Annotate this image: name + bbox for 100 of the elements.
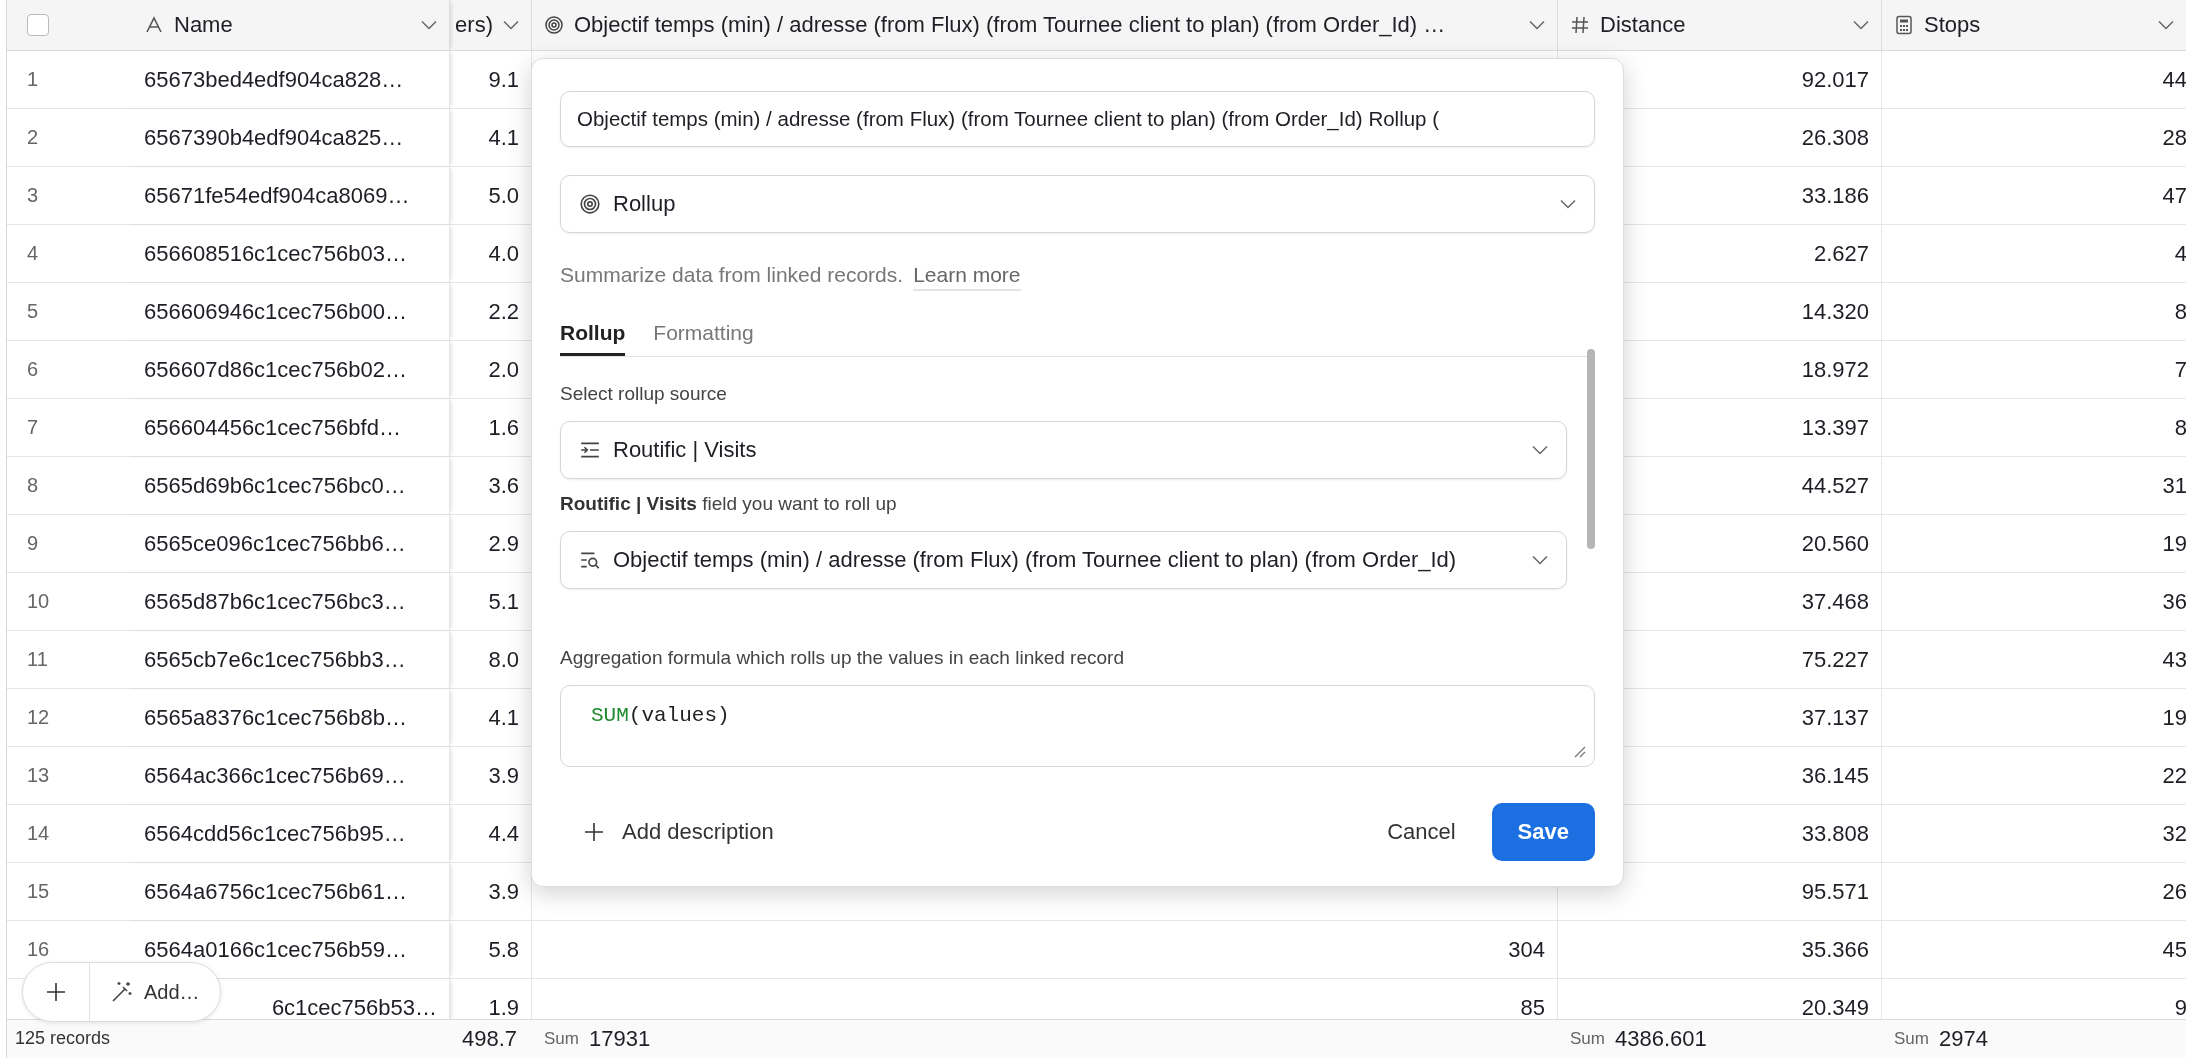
table-cell: 6567390b4edf904ca825… <box>144 124 404 151</box>
chevron-down-icon <box>421 20 437 30</box>
table-cell: 36.145 <box>1801 762 1869 789</box>
field-label: Select rollup source <box>560 383 728 405</box>
table-cell: 3.9 <box>488 762 519 789</box>
summary-label: Sum <box>544 1028 579 1049</box>
column-header[interactable]: Name <box>126 0 450 51</box>
table-cell: 14.320 <box>1801 298 1869 325</box>
column-header[interactable]: Objectif temps (min) / adresse (from Flux) (from Tournee client to plan) (from Order_Id) … <box>532 0 1558 51</box>
table-cell: 36 <box>2162 588 2186 615</box>
row-number: 8 <box>27 474 39 498</box>
table-cell: 85 <box>1520 994 1545 1019</box>
select-all-checkbox[interactable] <box>27 14 49 36</box>
table-cell: 4 <box>2174 240 2186 267</box>
description-text: Summarize data from linked records. <box>560 263 904 287</box>
table-cell: 2.627 <box>1813 240 1869 267</box>
table-cell: 2.2 <box>488 298 519 325</box>
chevron-down-icon <box>1853 20 1869 30</box>
row-number: 5 <box>27 300 39 324</box>
table-cell: 6564a6756c1cec756b61… <box>144 878 407 905</box>
table-cell: 6565cb7e6c1cec756bb3… <box>144 646 406 673</box>
chevron-down-icon <box>503 20 519 30</box>
add-description-button[interactable]: Add description <box>560 811 798 853</box>
table-cell: 65673bed4edf904ca828… <box>144 66 404 93</box>
row-number: 12 <box>27 706 50 730</box>
field-label: Routific | Visits field you want to roll up <box>560 493 898 515</box>
row-number: 6 <box>27 358 39 382</box>
rollup-source-select[interactable]: Routific | Visits <box>560 421 1567 479</box>
text-type-icon <box>144 15 164 35</box>
table-cell: 19 <box>2162 704 2186 731</box>
row-number: 13 <box>27 764 50 788</box>
table-cell: 44.527 <box>1801 472 1869 499</box>
record-count: 125 records <box>15 1028 111 1050</box>
add-button[interactable]: Add… <box>90 963 220 1021</box>
row-number: 14 <box>27 822 50 846</box>
save-button[interactable]: Save <box>1491 803 1595 861</box>
table-cell: 43 <box>2162 646 2186 673</box>
table-cell: 6565d69b6c1cec756bc0… <box>144 472 406 499</box>
table-cell: 65671fe54edf904ca8069… <box>144 182 410 209</box>
table-cell: 20.560 <box>1801 530 1869 557</box>
cancel-button[interactable]: Cancel <box>1375 811 1468 853</box>
summary-value: 17931 <box>588 1025 651 1052</box>
summary-value: 2974 <box>1938 1025 1988 1052</box>
table-cell: 1.6 <box>488 414 519 441</box>
learn-more-link[interactable]: Learn more <box>913 263 1021 291</box>
table-cell: 26 <box>2162 878 2186 905</box>
row-number: 9 <box>27 532 39 556</box>
table-cell: 6565a8376c1cec756b8b… <box>144 704 407 731</box>
table-cell: 3.9 <box>488 878 519 905</box>
table-cell: 2.9 <box>488 530 519 557</box>
tab[interactable]: Rollup <box>560 321 626 356</box>
table-cell: 13.397 <box>1801 414 1869 441</box>
field-type-select[interactable]: Rollup <box>560 175 1595 233</box>
field-name-input[interactable]: Objectif temps (min) / adresse (from Flux) (from Tournee client to plan) (from Order_Id) Rollup ( <box>560 91 1595 147</box>
field-label: Aggregation formula which rolls up the values in each linked record <box>560 647 1125 669</box>
table-cell: 22 <box>2162 762 2186 789</box>
table-cell: 26.308 <box>1801 124 1869 151</box>
row-number: 10 <box>27 590 50 614</box>
row-number: 7 <box>27 416 39 440</box>
table-cell: 8 <box>2174 298 2186 325</box>
column-header[interactable]: ers) <box>450 0 532 51</box>
scrollbar[interactable] <box>1587 349 1595 549</box>
table-cell: 6c1cec756b53… <box>271 994 437 1019</box>
table-cell: 32 <box>2162 820 2186 847</box>
table-cell: 5.8 <box>488 936 519 963</box>
spiral-icon <box>579 193 601 215</box>
chevron-down-icon <box>1532 555 1548 565</box>
table-cell: 31 <box>2162 472 2186 499</box>
table-cell: 304 <box>1508 936 1545 963</box>
chevron-down-icon <box>1529 20 1545 30</box>
table-cell: 37.137 <box>1801 704 1869 731</box>
table-cell: 19 <box>2162 530 2186 557</box>
column-header[interactable]: Distance <box>1558 0 1882 51</box>
chevron-down-icon <box>1532 445 1548 455</box>
table-cell: 9.1 <box>488 66 519 93</box>
tab[interactable]: Formatting <box>653 321 754 356</box>
table-cell: 4.0 <box>488 240 519 267</box>
table-cell: 656607d86c1cec756b02… <box>144 356 407 383</box>
table-cell: 3.6 <box>488 472 519 499</box>
row-number: 15 <box>27 880 50 904</box>
column-header[interactable]: Stops <box>1882 0 2186 51</box>
table-cell: 656608516c1cec756b03… <box>144 240 407 267</box>
table-cell: 656606946c1cec756b00… <box>144 298 407 325</box>
row-number: 11 <box>27 648 48 672</box>
formula-editor[interactable]: SUM(values) <box>560 685 1595 767</box>
rollup-field-select[interactable]: Objectif temps (min) / adresse (from Flux) (from Tournee client to plan) (from Order_Id) <box>560 531 1567 589</box>
row-number: 16 <box>27 938 50 962</box>
hash-icon <box>1570 15 1590 35</box>
table-cell: 75.227 <box>1801 646 1869 673</box>
table-cell: 35.366 <box>1801 936 1869 963</box>
table-cell: 20.349 <box>1801 994 1869 1019</box>
table-cell: 4.4 <box>488 820 519 847</box>
table-cell: 44 <box>2162 66 2186 93</box>
table-cell: 8 <box>2174 414 2186 441</box>
table-cell: 37.468 <box>1801 588 1869 615</box>
row-number: 3 <box>27 184 39 208</box>
calculator-icon <box>1894 15 1914 35</box>
table-cell: 4.1 <box>488 704 519 731</box>
table-cell: 6564a0166c1cec756b59… <box>144 936 407 963</box>
row-number: 4 <box>27 242 39 266</box>
